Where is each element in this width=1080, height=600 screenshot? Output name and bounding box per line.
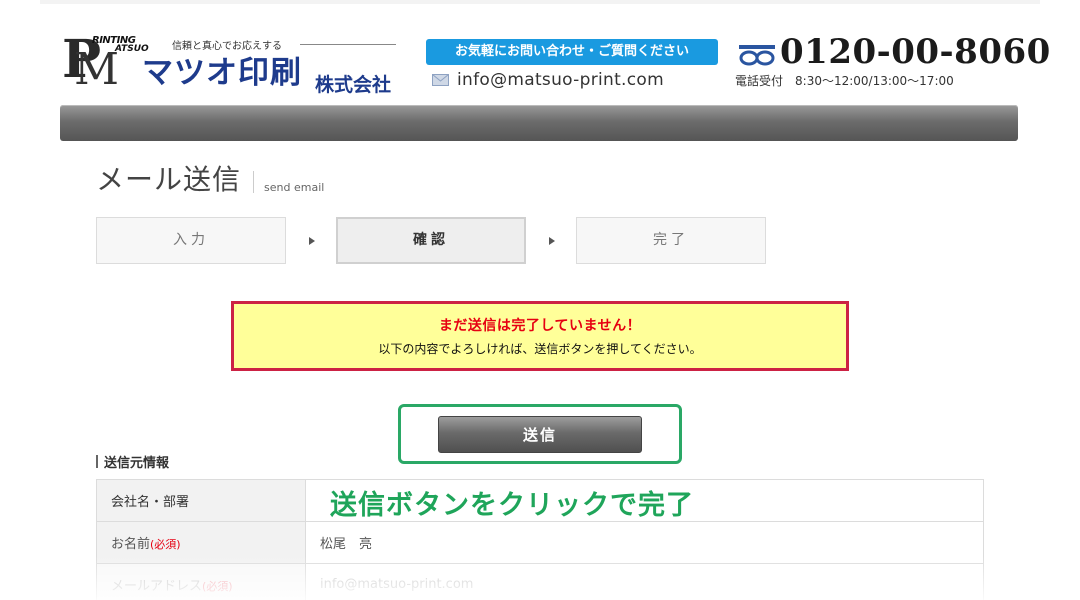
row-value: 松尾 亮 <box>305 521 984 564</box>
callout-annotation: 送信ボタンをクリックで完了 <box>330 490 694 521</box>
phone-number: 0120-00-8060 <box>780 32 1051 72</box>
required-mark: (必須) <box>202 580 233 593</box>
page-title: メール送信 send email <box>96 163 324 197</box>
company-logo[interactable]: P M RINTING ATSUO 信頼と真心でお応えする マツオ印刷 株式会社 <box>62 34 412 96</box>
logo-rule <box>300 44 396 45</box>
freedial-icon <box>738 44 776 66</box>
title-divider <box>253 171 255 193</box>
row-label: お名前(必須) <box>96 521 306 564</box>
row-value: info@matsuo-print.com <box>305 563 984 600</box>
table-row: お名前(必須) 松尾 亮 <box>96 521 984 564</box>
contact-button[interactable]: お気軽にお問い合わせ・ご質問ください <box>426 39 718 65</box>
warning-line-1: まだ送信は完了していません！ <box>438 318 642 334</box>
step-input: 入力 <box>96 217 286 264</box>
mail-icon <box>432 74 449 86</box>
section-heading-text: 送信元情報 <box>104 456 170 471</box>
phone-block[interactable]: 0120-00-8060 <box>738 32 1051 72</box>
table-row: メールアドレス(必須) info@matsuo-print.com <box>96 563 984 600</box>
logo-company-suffix: 株式会社 <box>315 74 392 96</box>
email-link[interactable]: info@matsuo-print.com <box>432 68 664 92</box>
required-mark: (必須) <box>150 538 181 551</box>
section-heading: 送信元情報 <box>96 452 169 471</box>
top-divider <box>40 0 1040 4</box>
step-arrow-icon <box>549 237 555 245</box>
phone-hours-label: 電話受付 <box>735 74 784 88</box>
row-label: メールアドレス(必須) <box>96 563 306 600</box>
step-arrow-icon <box>309 237 315 245</box>
phone-hours: 電話受付 8:30～12:00/13:00～17:00 <box>735 72 954 89</box>
step-confirm: 確認 <box>336 217 526 264</box>
warning-box: まだ送信は完了していません！ 以下の内容でよろしければ、送信ボタンを押してくださ… <box>231 301 849 371</box>
submit-button[interactable]: 送信 <box>438 416 642 453</box>
page-title-en: send email <box>264 181 325 194</box>
step-complete: 完了 <box>576 217 766 264</box>
email-address: info@matsuo-print.com <box>457 70 664 90</box>
global-nav-bar <box>60 105 1018 141</box>
logo-tagline: 信頼と真心でお応えする <box>172 41 282 52</box>
logo-company-name: マツオ印刷 <box>142 55 302 91</box>
warning-line-2: 以下の内容でよろしければ、送信ボタンを押してください。 <box>378 342 702 356</box>
row-label: 会社名・部署 <box>96 479 306 522</box>
phone-hours-value: 8:30～12:00/13:00～17:00 <box>795 74 954 88</box>
page-title-text: メール送信 <box>96 163 242 196</box>
section-heading-bar <box>96 455 98 468</box>
